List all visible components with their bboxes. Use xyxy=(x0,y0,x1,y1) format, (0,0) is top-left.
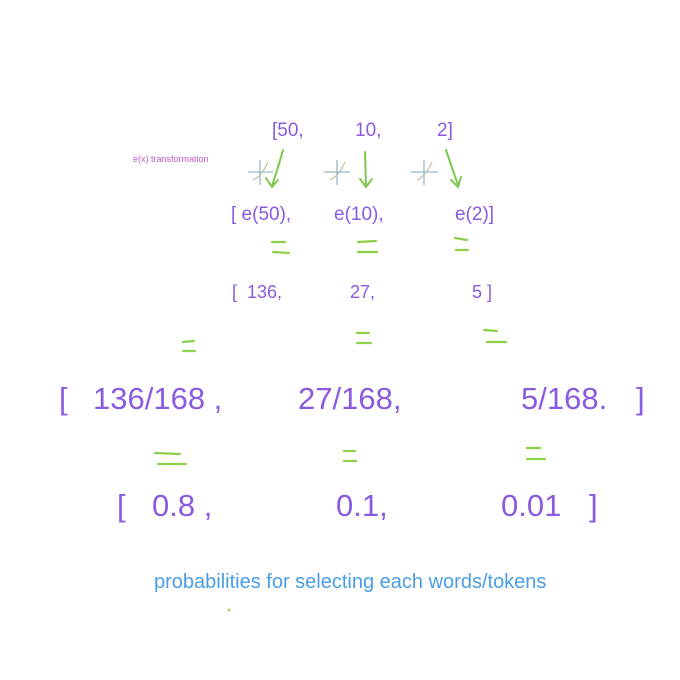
equals-sign-icon xyxy=(453,236,470,252)
exp-value-2: 27, xyxy=(350,282,376,302)
probability-3: 0.01 xyxy=(501,488,562,523)
equals-sign-icon xyxy=(342,449,358,463)
equals-sign-icon xyxy=(181,339,197,353)
exp-value-3: 5 ] xyxy=(472,282,493,302)
fraction-open-bracket: [ xyxy=(59,381,68,416)
arrow-down-icon xyxy=(445,149,462,189)
equals-sign-icon xyxy=(270,240,291,255)
fraction-2: 27/168, xyxy=(298,381,402,416)
exp-term-3: e(2)] xyxy=(455,204,495,225)
equals-sign-icon xyxy=(482,328,508,344)
equals-sign-icon xyxy=(355,331,373,345)
fraction-close-bracket: ] xyxy=(636,381,645,416)
arrow-down-icon xyxy=(265,149,284,189)
probability-1: 0.8 , xyxy=(152,488,213,523)
exp-graph-icon xyxy=(248,160,273,185)
transformation-label: e(x) transformation xyxy=(133,154,209,164)
arrow-down-icon xyxy=(359,151,373,189)
logit-3: 2] xyxy=(437,120,453,141)
equals-sign-icon xyxy=(153,451,188,466)
caption: probabilities for selecting each words/t… xyxy=(154,571,547,593)
logit-2: 10, xyxy=(355,120,382,141)
fraction-1: 136/168 , xyxy=(93,381,223,416)
prob-open-bracket: [ xyxy=(117,488,126,523)
equals-sign-icon xyxy=(525,446,547,461)
softmax-diagram: e(x) transformation [50, 10, 2] [ e(50),… xyxy=(0,0,680,680)
exp-value-1: [ 136, xyxy=(232,282,283,302)
exp-term-1: [ e(50), xyxy=(231,204,292,225)
probability-2: 0.1, xyxy=(336,488,388,523)
exp-graph-icon xyxy=(324,160,350,185)
exp-graph-icon xyxy=(411,160,438,185)
exp-term-2: e(10), xyxy=(334,204,384,225)
prob-close-bracket: ] xyxy=(589,488,598,523)
equals-sign-icon xyxy=(356,239,379,254)
stray-dot xyxy=(227,608,231,612)
logit-1: [50, xyxy=(272,120,304,141)
fraction-3: 5/168. xyxy=(521,381,608,416)
